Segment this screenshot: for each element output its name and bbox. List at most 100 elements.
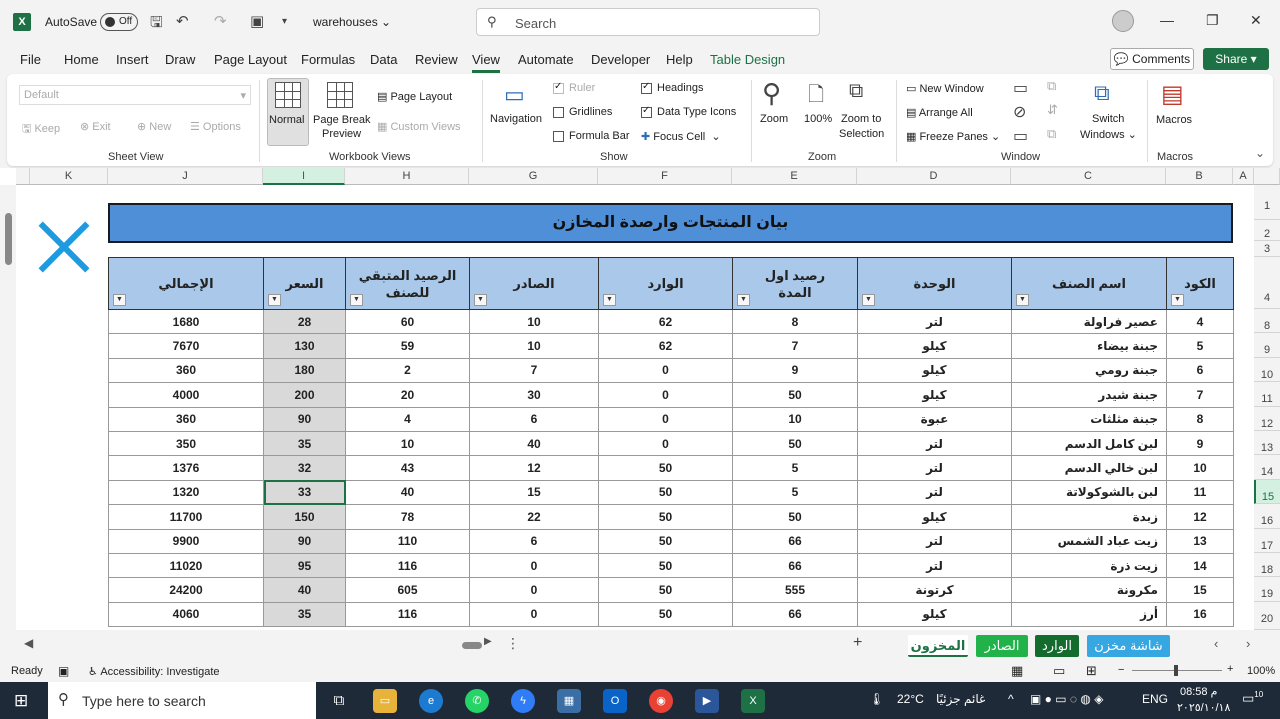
zoom-selection-label-2[interactable]: Selection [839, 128, 884, 140]
cell-incoming[interactable]: 0 [598, 357, 733, 384]
freeze-panes-button[interactable]: ▦ Freeze Panes ⌄ [906, 130, 1000, 143]
cell-item-name[interactable]: جبنة رومي [1011, 357, 1167, 384]
zoom-icon[interactable]: ⚲ [762, 78, 781, 109]
cell-outgoing[interactable]: 0 [469, 552, 599, 579]
whatsapp-icon[interactable]: ✆ [465, 689, 489, 713]
redo-icon[interactable]: ↷ [214, 12, 227, 30]
cell-unit[interactable]: لتر [857, 430, 1012, 457]
cell-incoming[interactable]: 0 [598, 430, 733, 457]
hide-icon[interactable]: ⊘ [1013, 102, 1026, 122]
cell-remaining[interactable]: 605 [345, 577, 470, 603]
split-icon[interactable]: ▭ [1013, 78, 1028, 98]
header-code[interactable]: الكود ▼ [1166, 257, 1234, 310]
page-break-label-2[interactable]: Preview [322, 128, 361, 140]
header-total[interactable]: الإجمالي ▼ [108, 257, 264, 310]
row-number[interactable]: 12 [1254, 406, 1280, 431]
tab-file[interactable]: File [20, 52, 41, 67]
cell-opening-balance[interactable]: 7 [732, 333, 858, 359]
zoom-button[interactable]: Zoom [760, 113, 788, 125]
cell-total[interactable]: 9900 [108, 528, 264, 554]
cell-remaining[interactable]: 116 [345, 552, 470, 579]
reset-position-icon[interactable]: ⧉ [1047, 126, 1056, 142]
avatar[interactable] [1112, 10, 1134, 32]
cell-unit[interactable]: عبوة [857, 406, 1012, 432]
task-view-icon[interactable]: ⧉ [327, 689, 351, 713]
new-sheet-icon[interactable]: + [853, 634, 862, 652]
cell-opening-balance[interactable]: 5 [732, 455, 858, 481]
cell-incoming[interactable]: 50 [598, 601, 733, 628]
cell-unit[interactable]: كيلو [857, 382, 1012, 408]
cell-outgoing[interactable]: 22 [469, 504, 599, 530]
page-break-label[interactable]: Page Break [313, 114, 370, 126]
cell-item-name[interactable]: لبن خالي الدسم [1011, 455, 1167, 481]
cell-outgoing[interactable]: 6 [469, 406, 599, 432]
cell-total[interactable]: 1376 [108, 455, 264, 481]
search-input[interactable]: ⚲ Search [476, 8, 820, 36]
cell-code[interactable]: 7 [1166, 382, 1234, 408]
weather-icon[interactable]: 🌡 [869, 692, 884, 706]
header-incoming[interactable]: الوارد ▼ [598, 257, 733, 310]
cell-item-name[interactable]: جبنة شيدر [1011, 382, 1167, 408]
cell-unit[interactable]: كيلو [857, 333, 1012, 359]
save-icon[interactable]: 🖫 [150, 12, 163, 37]
cell-unit[interactable]: لتر [857, 308, 1012, 335]
cell-incoming[interactable]: 0 [598, 382, 733, 408]
header-outgoing[interactable]: الصادر ▼ [469, 257, 599, 310]
col-header-b[interactable]: B [1166, 168, 1233, 185]
zoom-out-icon[interactable]: − [1118, 664, 1124, 676]
cell-remaining[interactable]: 116 [345, 601, 470, 628]
row-number[interactable]: 17 [1254, 528, 1280, 553]
close-x-shape[interactable] [37, 220, 91, 274]
focus-cell-button[interactable]: ✚ Focus Cell ⌄ [641, 130, 721, 143]
sheet-title[interactable]: بيان المنتجات وارصدة المخازن [108, 203, 1233, 243]
cell-opening-balance[interactable]: 50 [732, 430, 858, 457]
vertical-scrollbar[interactable] [0, 185, 16, 630]
cell-unit[interactable]: كيلو [857, 601, 1012, 628]
excel-taskbar-icon[interactable]: X [741, 689, 765, 713]
cell-item-name[interactable]: زيت ذرة [1011, 552, 1167, 579]
zoom-in-icon[interactable]: + [1227, 663, 1233, 675]
cell-total[interactable]: 1680 [108, 308, 264, 335]
store-icon[interactable]: ▦ [557, 689, 581, 713]
cell-incoming[interactable]: 50 [598, 455, 733, 481]
tray-icons[interactable]: ▣ ● ▭ ◌ ◍ ◈ [1030, 692, 1103, 706]
close-icon[interactable]: ✕ [1250, 12, 1262, 29]
filter-dropdown-icon[interactable]: ▼ [603, 294, 616, 306]
messenger-icon[interactable]: ϟ [511, 689, 535, 713]
document-name[interactable]: warehouses ⌄ [313, 15, 391, 29]
row-number[interactable]: 18 [1254, 553, 1280, 578]
cell-remaining[interactable]: 2 [345, 357, 470, 384]
cell-total[interactable]: 4060 [108, 601, 264, 628]
cell-total[interactable]: 11700 [108, 504, 264, 530]
cell-price[interactable]: 35 [263, 430, 346, 457]
filter-dropdown-icon[interactable]: ▼ [113, 294, 126, 306]
cell-unit[interactable]: لتر [857, 455, 1012, 481]
cell-price[interactable]: 40 [263, 577, 346, 603]
zoom-selection-label[interactable]: Zoom to [841, 113, 881, 125]
clock-time[interactable]: 08:58 م [1180, 685, 1217, 698]
accessibility-status[interactable]: ♿ Accessibility: Investigate [88, 665, 220, 678]
cell-remaining[interactable]: 60 [345, 308, 470, 335]
windows-start-icon[interactable]: ⊞ [14, 691, 28, 711]
tab-draw[interactable]: Draw [165, 52, 195, 67]
undo-icon[interactable]: ↶ [176, 12, 189, 30]
header-opening-balance[interactable]: رصيد اول المدة ▼ [732, 257, 858, 310]
col-header-h[interactable]: H [345, 168, 469, 185]
cell-incoming[interactable]: 50 [598, 528, 733, 554]
tab-view[interactable]: View [472, 52, 500, 73]
tab-automate[interactable]: Automate [518, 52, 574, 67]
cell-unit[interactable]: لتر [857, 479, 1012, 506]
cell-price[interactable]: 150 [263, 504, 346, 530]
row-number[interactable]: 4 [1254, 257, 1280, 309]
filter-dropdown-icon[interactable]: ▼ [268, 294, 281, 306]
minimize-icon[interactable]: — [1160, 12, 1174, 28]
ruler-checkbox[interactable] [553, 81, 564, 94]
cell-total[interactable]: 360 [108, 357, 264, 384]
scroll-left-icon[interactable]: ◀ [24, 636, 33, 650]
taskbar-search[interactable]: ⚲ Type here to search [48, 682, 316, 719]
col-header-f[interactable]: F [598, 168, 732, 185]
cell-outgoing[interactable]: 10 [469, 308, 599, 335]
cell-price[interactable]: 180 [263, 357, 346, 384]
header-remaining-balance[interactable]: الرصيد المتبقي للصنف ▼ [345, 257, 470, 310]
cell-item-name[interactable]: مكرونة [1011, 577, 1167, 603]
